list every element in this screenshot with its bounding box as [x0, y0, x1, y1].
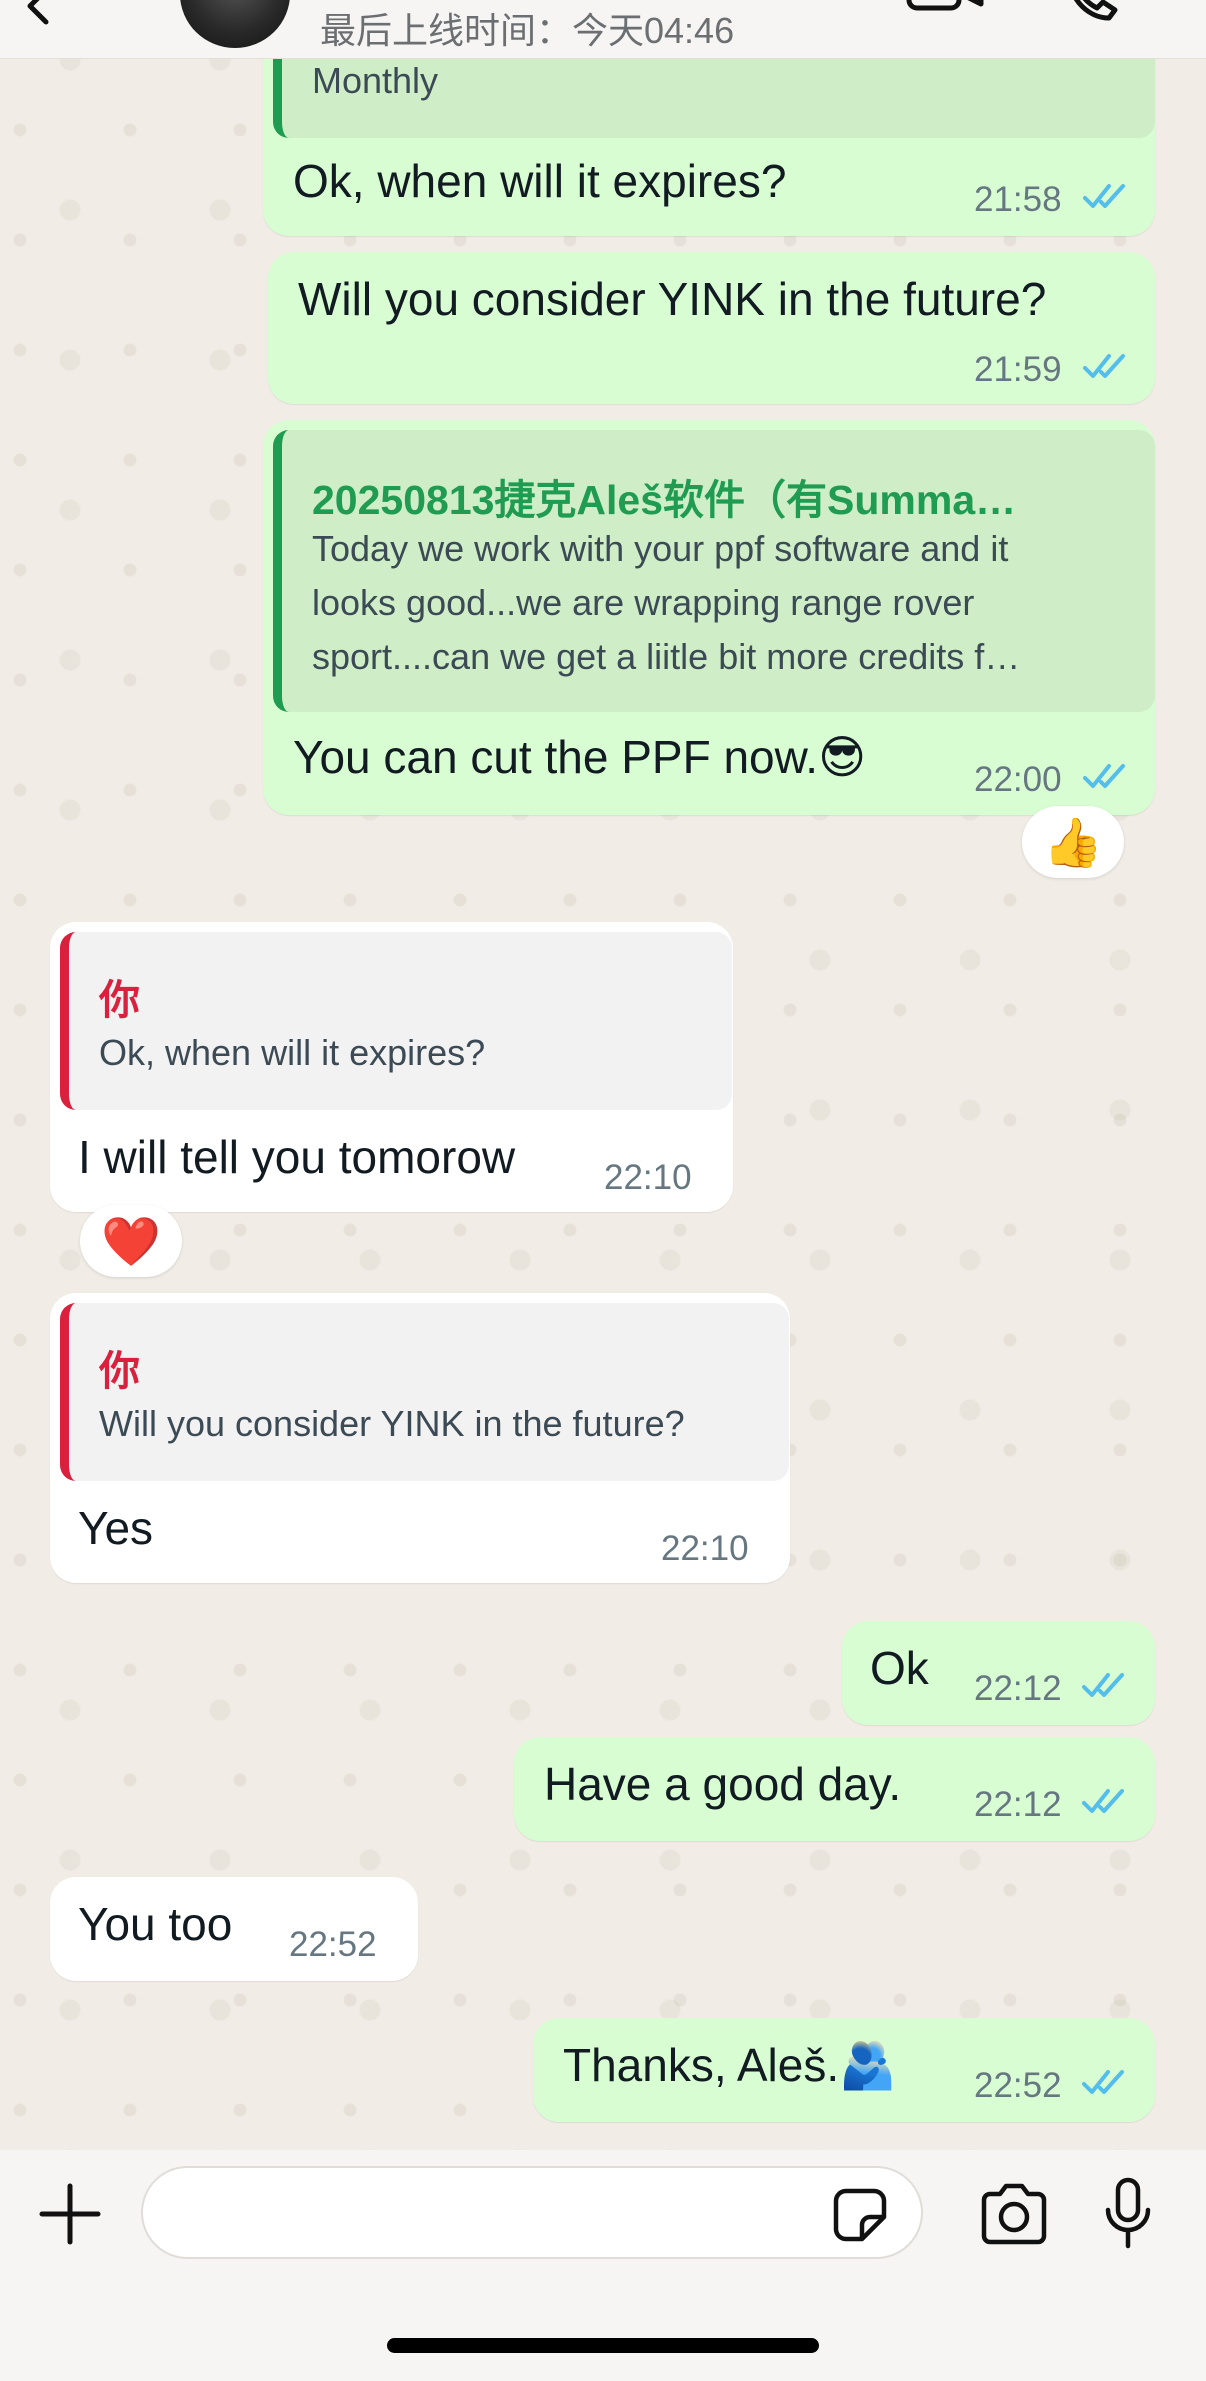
quoted-line: looks good...we are wrapping range rover: [312, 582, 975, 623]
incoming-message[interactable]: 你 Will you consider YINK in the future? …: [50, 1293, 790, 1583]
reaction-thumbs-up[interactable]: 👍: [1022, 806, 1124, 878]
plus-icon[interactable]: [38, 2182, 102, 2246]
message-time: 22:12: [974, 1669, 1062, 1708]
message-time: 21:59: [974, 350, 1062, 389]
message-text: You too: [78, 1898, 233, 1950]
quoted-message[interactable]: 你 Will you consider YINK in the future?: [60, 1303, 789, 1481]
message-time: 22:00: [974, 760, 1062, 799]
chevron-left-icon[interactable]: [18, 0, 58, 26]
message-text: I will tell you tomorow: [78, 1131, 516, 1183]
microphone-icon[interactable]: [1104, 2176, 1152, 2252]
outgoing-message[interactable]: Ok 22:12: [842, 1621, 1155, 1725]
quoted-text: Ok, when will it expires?: [99, 1032, 486, 1073]
quoted-message[interactable]: 20250813捷克Aleš软件（有Summa… Today we work w…: [273, 430, 1155, 712]
double-check-icon: [1083, 764, 1125, 788]
quoted-text: Monthly: [312, 60, 439, 101]
quoted-author: 20250813捷克Aleš软件（有Summa…: [312, 477, 1017, 523]
sticker-icon[interactable]: [832, 2187, 888, 2243]
message-text: Have a good day.: [544, 1758, 902, 1810]
outgoing-message[interactable]: 20250813捷克Aleš软件（有Summa… Today we work w…: [263, 420, 1155, 815]
message-time: 22:10: [604, 1158, 692, 1197]
message-text: Thanks, Aleš.🫂: [563, 2039, 897, 2091]
double-check-icon: [1083, 184, 1125, 208]
message-text: Ok, when will it expires?: [293, 155, 787, 207]
quoted-line: Today we work with your ppf software and…: [312, 528, 1009, 569]
double-check-icon: [1082, 1673, 1124, 1697]
message-time: 22:12: [974, 1785, 1062, 1824]
message-input[interactable]: [141, 2166, 923, 2259]
message-text: Will you consider YINK in the future?: [298, 273, 1047, 325]
message-time: 22:52: [289, 1925, 377, 1964]
incoming-message[interactable]: You too 22:52: [50, 1877, 418, 1981]
double-check-icon: [1082, 2070, 1124, 2094]
message-time: 22:10: [661, 1529, 749, 1568]
home-indicator: [387, 2338, 819, 2353]
message-time: 22:52: [974, 2066, 1062, 2105]
phone-icon[interactable]: [1065, 0, 1121, 22]
last-seen-status: 最后上线时间：今天04:46: [320, 10, 735, 51]
quoted-message[interactable]: 你 Ok, when will it expires?: [60, 932, 732, 1110]
message-text: Yes: [78, 1502, 154, 1554]
message-text: You can cut the PPF now.😎: [293, 731, 867, 783]
outgoing-message[interactable]: Thanks, Aleš.🫂 22:52: [533, 2018, 1155, 2122]
outgoing-message[interactable]: Will you consider YINK in the future? 21…: [268, 252, 1155, 404]
reaction-heart[interactable]: ❤️: [80, 1205, 182, 1277]
quoted-text: Will you consider YINK in the future?: [99, 1403, 685, 1444]
contact-avatar[interactable]: [180, 0, 290, 48]
double-check-icon: [1082, 1789, 1124, 1813]
message-text: Ok: [870, 1642, 929, 1694]
double-check-icon: [1083, 354, 1125, 378]
video-call-icon[interactable]: [905, 0, 985, 18]
quoted-line: sport....can we get a liitle bit more cr…: [312, 636, 1021, 677]
incoming-message[interactable]: 你 Ok, when will it expires? I will tell …: [50, 922, 733, 1212]
message-time: 21:58: [974, 180, 1062, 219]
quoted-author: 你: [99, 977, 140, 1023]
chat-header: 最后上线时间：今天04:46: [0, 0, 1206, 59]
outgoing-message[interactable]: Have a good day. 22:12: [514, 1737, 1155, 1841]
quoted-author: 你: [99, 1348, 140, 1394]
camera-icon[interactable]: [978, 2182, 1050, 2246]
